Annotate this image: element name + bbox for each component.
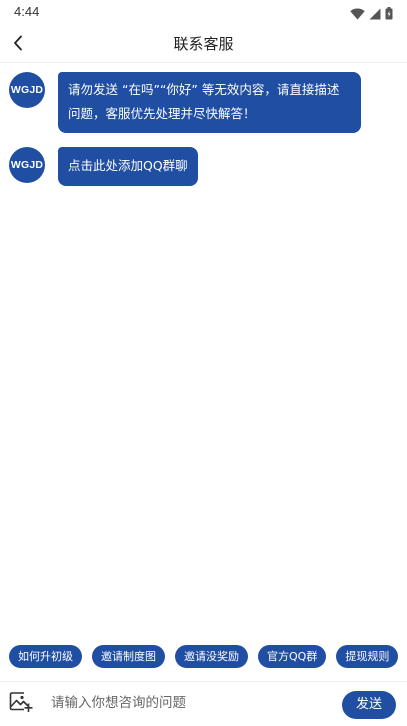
signal-icon [369,5,381,24]
battery-icon [385,5,393,24]
chat-input[interactable] [48,691,334,715]
status-time: 4:44 [14,4,40,19]
quick-reply-upgrade[interactable]: 如何升初级 [9,645,82,668]
qq-group-link-bubble[interactable]: 点击此处添加QQ群聊 [58,147,198,186]
nav-bar: 联系客服 [0,24,407,63]
wifi-icon [350,5,365,24]
quick-reply-official-qq[interactable]: 官方QQ群 [258,645,327,668]
chat-message: WGJD 请勿发送 “在吗”“你好” 等无效内容，请直接描述问题，客服优先处理并… [9,72,361,133]
page-title: 联系客服 [173,35,234,53]
chat-area[interactable]: WGJD 请勿发送 “在吗”“你好” 等无效内容，请直接描述问题，客服优先处理并… [0,63,407,643]
status-bar: 4:44 [0,0,407,24]
input-bar: 发送 [0,681,407,726]
message-bubble: 请勿发送 “在吗”“你好” 等无效内容，请直接描述问题，客服优先处理并尽快解答！ [58,72,361,133]
avatar: WGJD [9,72,45,108]
quick-reply-invite-policy[interactable]: 邀请制度图 [92,645,165,668]
quick-reply-list[interactable]: 如何升初级 邀请制度图 邀请没奖励 官方QQ群 提现规则 [9,645,407,668]
status-icons [350,5,393,24]
avatar: WGJD [9,147,45,183]
quick-reply-withdraw-rules[interactable]: 提现规则 [336,645,399,668]
chat-message: WGJD 点击此处添加QQ群聊 [9,147,198,186]
quick-reply-invite-no-reward[interactable]: 邀请没奖励 [175,645,248,668]
image-add-icon [9,692,33,712]
image-upload-button[interactable] [9,691,33,713]
send-button[interactable]: 发送 [342,691,396,719]
